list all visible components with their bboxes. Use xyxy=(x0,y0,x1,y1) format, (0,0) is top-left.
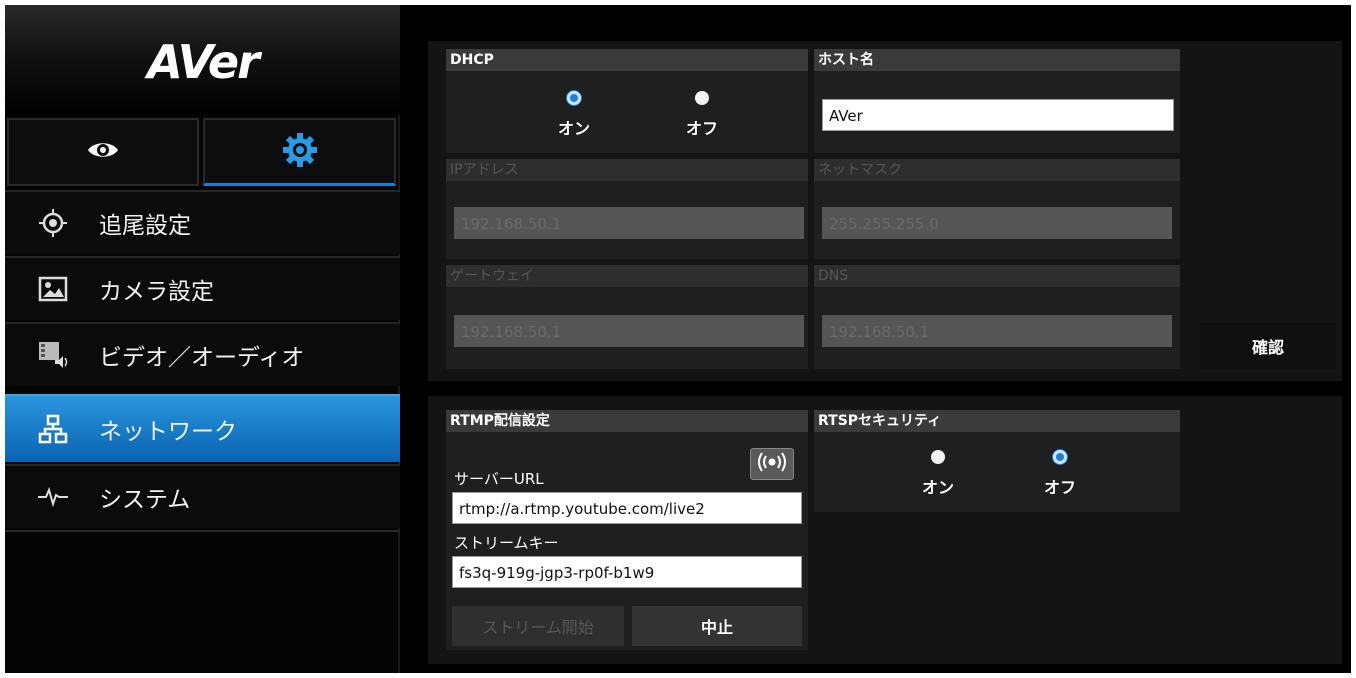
dns-input[interactable]: 192.168.50.1 xyxy=(822,315,1172,347)
rtmp-group: RTMP配信設定 サーバーURL rtmp://a.rtmp.youtube.c… xyxy=(446,410,808,650)
aver-logo: AVer xyxy=(147,35,260,89)
broadcast-icon xyxy=(755,452,789,476)
radio-checked-icon xyxy=(567,91,581,105)
dhcp-on-label: オン xyxy=(558,119,591,138)
confirm-button[interactable]: 確認 xyxy=(1200,323,1336,369)
rtmp-title: RTMP配信設定 xyxy=(446,410,808,432)
gateway-group: ゲートウェイ 192.168.50.1 xyxy=(446,265,808,369)
start-stream-button[interactable]: ストリーム開始 xyxy=(452,606,624,646)
streaming-settings-panel: RTMP配信設定 サーバーURL rtmp://a.rtmp.youtube.c… xyxy=(428,396,1342,664)
radio-unchecked-icon xyxy=(695,91,709,105)
gateway-input[interactable]: 192.168.50.1 xyxy=(454,315,804,347)
sidebar-item-system[interactable]: システム xyxy=(5,464,400,528)
sidebar-item-video-audio[interactable]: ビデオ／オーディオ xyxy=(5,322,400,386)
logo-area: AVer xyxy=(5,5,400,115)
sidebar: AVer 追尾設定 カメラ設定 ビデオ／オーディオ ネットワーク システム xyxy=(5,5,400,673)
sidebar-item-label: カメラ設定 xyxy=(99,279,214,305)
ip-title: IPアドレス xyxy=(446,159,808,181)
stop-stream-button[interactable]: 中止 xyxy=(632,606,802,646)
sidebar-item-label: ビデオ／オーディオ xyxy=(99,345,305,371)
sidebar-item-label: ネットワーク xyxy=(99,419,237,445)
ip-input[interactable]: 192.168.50.1 xyxy=(454,207,804,239)
dhcp-off-label: オフ xyxy=(686,119,719,138)
pulse-icon xyxy=(33,482,73,512)
stream-key-label: ストリームキー xyxy=(454,534,559,552)
broadcast-button[interactable] xyxy=(750,448,794,480)
hostname-title: ホスト名 xyxy=(814,49,1180,71)
rtsp-off-label: オフ xyxy=(1044,478,1077,497)
netmask-group: ネットマスク 255.255.255.0 xyxy=(814,159,1180,259)
gear-icon xyxy=(282,132,318,172)
dns-group: DNS 192.168.50.1 xyxy=(814,265,1180,369)
dhcp-on-radio[interactable]: オン xyxy=(558,91,590,139)
sidebar-item-label: システム xyxy=(99,487,191,513)
dhcp-title: DHCP xyxy=(446,49,808,71)
sidebar-item-tracking[interactable]: 追尾設定 xyxy=(5,190,400,254)
hostname-group: ホスト名 AVer xyxy=(814,49,1180,153)
server-url-label: サーバーURL xyxy=(454,470,544,488)
tracking-icon xyxy=(33,208,73,238)
network-icon xyxy=(33,414,73,444)
radio-unchecked-icon xyxy=(931,450,945,464)
dhcp-off-radio[interactable]: オフ xyxy=(686,91,718,139)
app-window: AVer 追尾設定 カメラ設定 ビデオ／オーディオ ネットワーク システム DH… xyxy=(5,5,1351,673)
rtsp-title: RTSPセキュリティ xyxy=(814,410,1180,432)
dns-title: DNS xyxy=(814,265,1180,287)
video-audio-icon xyxy=(33,340,73,370)
radio-checked-icon xyxy=(1053,450,1067,464)
dhcp-group: DHCP オン オフ xyxy=(446,49,808,153)
tab-preview[interactable] xyxy=(7,118,199,186)
eye-icon xyxy=(86,139,120,165)
hostname-input[interactable]: AVer xyxy=(822,99,1174,131)
gateway-title: ゲートウェイ xyxy=(446,265,808,287)
netmask-input[interactable]: 255.255.255.0 xyxy=(822,207,1172,239)
sidebar-divider xyxy=(5,530,400,532)
network-settings-panel: DHCP オン オフ ホスト名 AVer IPアドレス 192.168.50.1… xyxy=(428,41,1342,381)
rtsp-group: RTSPセキュリティ オン オフ xyxy=(814,410,1180,512)
server-url-input[interactable]: rtmp://a.rtmp.youtube.com/live2 xyxy=(452,492,802,524)
rtsp-off-radio[interactable]: オフ xyxy=(1044,450,1076,498)
netmask-title: ネットマスク xyxy=(814,159,1180,181)
image-icon xyxy=(33,274,73,304)
sidebar-item-label: 追尾設定 xyxy=(99,213,191,239)
ip-group: IPアドレス 192.168.50.1 xyxy=(446,159,808,259)
stream-key-input[interactable]: fs3q-919g-jgp3-rp0f-b1w9 xyxy=(452,556,802,588)
rtsp-on-label: オン xyxy=(922,478,955,497)
tab-settings[interactable] xyxy=(203,118,396,186)
rtsp-on-radio[interactable]: オン xyxy=(922,450,954,498)
sidebar-item-camera[interactable]: カメラ設定 xyxy=(5,256,400,320)
sidebar-item-network[interactable]: ネットワーク xyxy=(5,394,400,462)
